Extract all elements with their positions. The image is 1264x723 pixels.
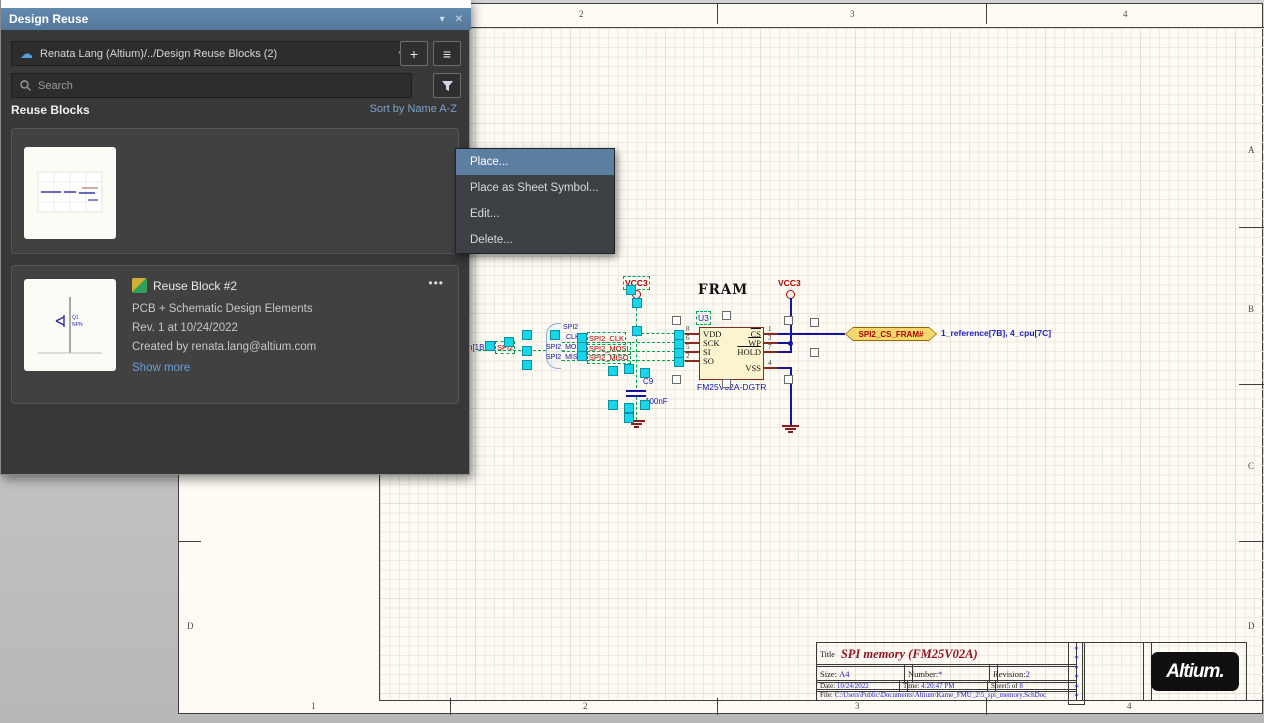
show-more-link[interactable]: Show more: [132, 362, 190, 374]
menu-item-place[interactable]: Place...: [456, 149, 614, 175]
move-handle[interactable]: [672, 375, 681, 384]
reuse-block-title: Reuse Block #2: [153, 279, 237, 293]
reuse-block-thumbnail[interactable]: [24, 147, 116, 239]
selection-handle[interactable]: [674, 357, 684, 367]
filter-button[interactable]: [433, 73, 461, 98]
move-handle[interactable]: [672, 316, 681, 325]
pin-name-hold: HOLD: [737, 347, 761, 357]
capacitor-designator[interactable]: C9: [643, 377, 653, 386]
port-label: SPI2_CS_FRAM#: [859, 330, 924, 339]
reuse-block-item-1[interactable]: New Schematic Snippet 1 Schematic Design…: [11, 128, 459, 254]
pin-number: 5: [686, 343, 690, 351]
pin-number: 6: [686, 334, 690, 342]
pin-stub: [764, 367, 778, 369]
reuse-block-revision: Rev. 1 at 10/24/2022: [132, 322, 238, 334]
cloud-icon: ☁: [20, 46, 33, 62]
pin-number: 7: [768, 343, 772, 351]
move-handle[interactable]: [722, 379, 731, 388]
capacitor-plate[interactable]: [626, 390, 646, 392]
selection-handle[interactable]: [640, 368, 650, 378]
port-spi2-cs-fram[interactable]: SPI2_CS_FRAM#: [845, 327, 937, 341]
reuse-block-item-2[interactable]: Q1 NPN Reuse Block #2 ••• PCB + Schemati…: [11, 265, 459, 404]
menu-item-delete[interactable]: Delete...: [456, 227, 614, 253]
selection-handle[interactable]: [504, 337, 514, 347]
pin-number: 3: [768, 334, 772, 342]
selection-handle[interactable]: [577, 351, 587, 361]
move-handle[interactable]: [784, 316, 793, 325]
hamburger-icon: ≡: [443, 46, 451, 62]
move-handle[interactable]: [784, 375, 793, 384]
selection-handle[interactable]: [624, 364, 634, 374]
pin-name-so: SO: [703, 356, 714, 366]
reuse-block-icon: [132, 278, 147, 293]
pin-stub: [685, 360, 699, 362]
selection-handle[interactable]: [608, 366, 618, 376]
svg-text:Q1: Q1: [72, 315, 79, 321]
wire[interactable]: [790, 298, 792, 352]
selection-handle[interactable]: [550, 330, 560, 340]
design-reuse-panel: Design Reuse ▾ ✕ ☁ Renata Lang (Altium)/…: [0, 0, 470, 475]
wire[interactable]: [778, 333, 845, 335]
panel-window-edge[interactable]: [1, 0, 471, 8]
svg-text:NPN: NPN: [72, 322, 83, 328]
selection-handle[interactable]: [640, 400, 650, 410]
selection-handle[interactable]: [632, 298, 642, 308]
harness-entry-label[interactable]: SPI2: [563, 324, 578, 331]
pin-number: 2: [686, 352, 690, 360]
search-input[interactable]: Search: [11, 73, 412, 98]
panel-titlebar[interactable]: Design Reuse ▾ ✕: [1, 8, 471, 30]
workspace-dropdown[interactable]: ☁ Renata Lang (Altium)/../Design Reuse B…: [11, 41, 412, 66]
selection-handle[interactable]: [522, 330, 532, 340]
vcc3-label-right[interactable]: VCC3: [778, 278, 801, 288]
panel-menu-button[interactable]: ≡: [433, 41, 461, 66]
component-part-number[interactable]: FM25V02A-DGTR: [697, 382, 766, 392]
wire[interactable]: [636, 397, 637, 420]
panel-collapse-icon[interactable]: ▾: [440, 14, 445, 25]
move-handle[interactable]: [722, 311, 731, 320]
pin-number: 4: [768, 359, 772, 367]
section-title: Reuse Blocks: [11, 103, 370, 117]
pin-name-vss: VSS: [745, 363, 761, 373]
component-designator[interactable]: U3: [698, 313, 709, 323]
reuse-block-type: PCB + Schematic Design Elements: [132, 303, 313, 315]
panel-title: Design Reuse: [9, 12, 430, 26]
workspace-dropdown-value: Renata Lang (Altium)/../Design Reuse Blo…: [40, 48, 398, 60]
move-handle[interactable]: [810, 318, 819, 327]
selection-handle[interactable]: [624, 413, 634, 423]
move-handle[interactable]: [810, 348, 819, 357]
port-cross-references: 1_reference[7B], 4_cpu[7C]: [941, 328, 1051, 338]
menu-item-edit[interactable]: Edit...: [456, 201, 614, 227]
section-header: Reuse Blocks Sort by Name A-Z: [11, 103, 457, 117]
more-options-button[interactable]: •••: [428, 276, 444, 290]
pin-stub: [764, 351, 778, 353]
plus-icon: +: [410, 46, 418, 62]
selection-handle[interactable]: [624, 403, 634, 413]
fram-heading: FRAM: [698, 282, 748, 298]
selection-handle[interactable]: [485, 341, 495, 351]
panel-close-icon[interactable]: ✕: [455, 14, 463, 25]
search-placeholder: Search: [38, 80, 73, 92]
search-icon: [20, 80, 31, 91]
selection-handle[interactable]: [632, 326, 642, 336]
funnel-icon: [441, 80, 454, 92]
sort-link[interactable]: Sort by Name A-Z: [370, 103, 457, 117]
reuse-block-thumbnail[interactable]: Q1 NPN: [24, 279, 116, 371]
pin-number: 1: [768, 325, 772, 333]
selection-handle[interactable]: [608, 400, 618, 410]
context-menu: Place... Place as Sheet Symbol... Edit..…: [455, 148, 615, 254]
reuse-block-creator: Created by renata.lang@altium.com: [132, 341, 316, 353]
pin-number: 8: [686, 325, 690, 333]
selection-handle[interactable]: [522, 346, 532, 356]
menu-item-place-as-sheet-symbol[interactable]: Place as Sheet Symbol...: [456, 175, 614, 201]
selection-handle[interactable]: [626, 285, 636, 295]
selection-handle[interactable]: [522, 360, 532, 370]
wire[interactable]: [636, 298, 637, 388]
add-reuse-block-button[interactable]: +: [400, 41, 428, 66]
